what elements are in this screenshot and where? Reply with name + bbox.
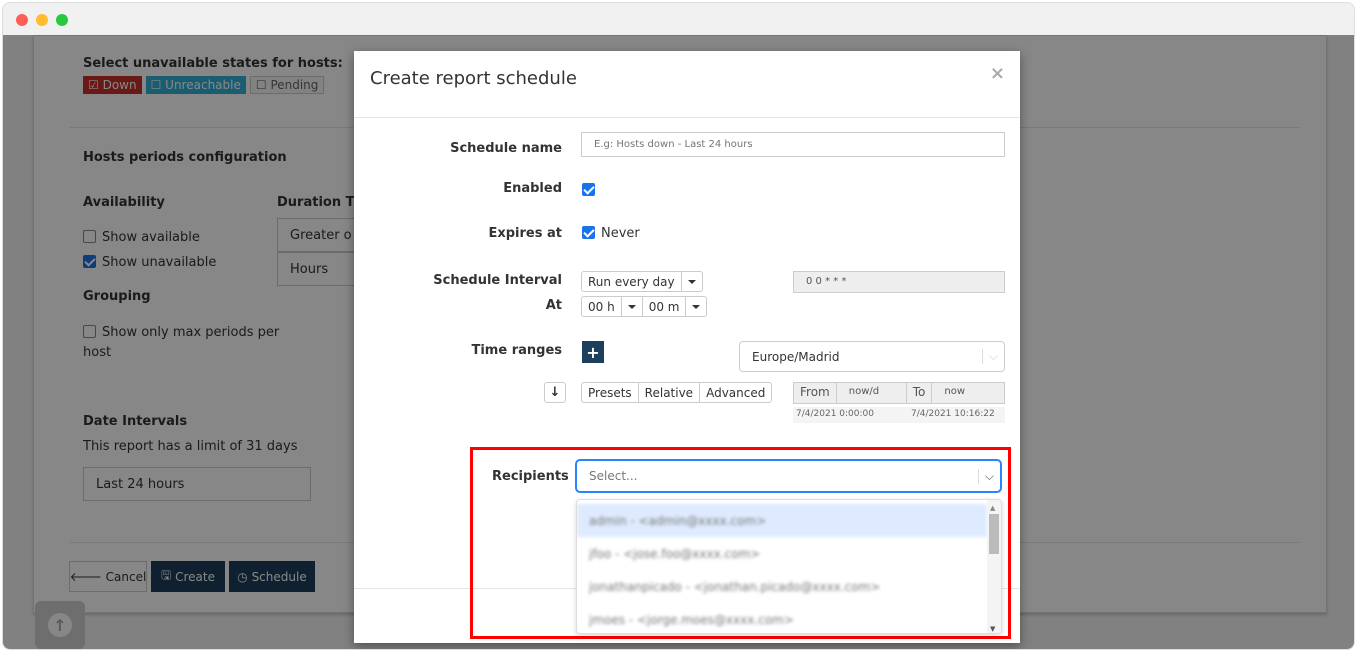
enabled-checkbox[interactable] [582,183,595,196]
recipients-select[interactable]: Select... ⌵ [576,460,1001,492]
schedule-name-input[interactable] [581,132,1005,157]
tab-advanced[interactable]: Advanced [700,383,771,402]
caret-down-icon[interactable] [622,297,643,316]
interval-label: Schedule Interval [433,273,562,288]
modal-title: Create report schedule [370,68,577,89]
plus-icon: + [586,342,600,362]
title-bar [3,3,1354,35]
recipients-label: Recipients [492,469,569,484]
recipients-dropdown: admin - <admin@xxxx.com> jfoo - <jose.fo… [576,499,1002,634]
to-resolved: 7/4/2021 10:16:22 [910,409,995,419]
scroll-down-icon[interactable]: ▼ [990,625,995,633]
scrollbar-thumb[interactable] [989,514,999,554]
minimize-window-button[interactable] [36,14,48,26]
select-value: Run every day [582,272,682,291]
enabled-label: Enabled [503,181,562,196]
minute-value[interactable]: 00 m [643,297,687,316]
to-input[interactable]: now [932,383,977,403]
expires-label: Expires at [488,226,562,241]
browser-window: Select unavailable states for hosts: ☑ D… [2,2,1355,650]
expires-never-checkbox[interactable]: Never [582,226,640,241]
at-label: At [545,298,562,313]
caret-down-icon[interactable] [686,297,706,316]
range-from-to: From now/d To now [793,382,1005,404]
caret-down-icon [682,272,702,291]
tab-relative[interactable]: Relative [639,383,701,402]
chevron-down-icon: ⌵ [981,349,998,364]
dropdown-scrollbar[interactable]: ▲ ▼ [987,500,1001,633]
arrow-down-icon[interactable]: ↓ [544,382,566,403]
interval-select[interactable]: Run every day [581,271,703,292]
range-tabs: Presets Relative Advanced [581,382,773,403]
close-icon[interactable]: × [990,63,1005,84]
close-window-button[interactable] [16,14,28,26]
from-input[interactable]: now/d [837,383,907,403]
schedule-name-label: Schedule name [450,141,562,156]
recipient-option[interactable]: admin - <admin@xxxx.com> [577,504,987,537]
recipient-option[interactable]: jfoo - <jose.foo@xxxx.com> [577,537,987,570]
recipient-option[interactable]: jmoes - <jorge.moes@xxxx.com> [577,603,987,633]
to-label: To [907,383,933,403]
divider [354,117,1020,118]
hour-value[interactable]: 00 h [582,297,622,316]
from-resolved: 7/4/2021 0:00:00 [796,409,874,419]
range-resolved: 7/4/2021 0:00:00 7/4/2021 10:16:22 [793,407,1005,423]
time-ranges-label: Time ranges [471,343,562,358]
from-label: From [794,383,837,403]
recipient-option[interactable]: jonathanpicado - <jonathan.picado@xxxx.c… [577,570,987,603]
timezone-select[interactable]: Europe/Madrid ⌵ [739,341,1005,372]
cron-expression: 0 0 * * * [793,271,1005,293]
page-content: Select unavailable states for hosts: ☑ D… [3,35,1354,649]
chevron-down-icon: ⌵ [977,468,994,484]
add-range-button[interactable]: + [582,341,604,363]
checkbox[interactable] [582,226,595,239]
select-placeholder: Select... [589,469,638,483]
checkbox-label: Never [601,226,640,241]
scroll-up-icon[interactable]: ▲ [990,504,995,512]
maximize-window-button[interactable] [56,14,68,26]
tab-presets[interactable]: Presets [582,383,639,402]
time-select[interactable]: 00 h 00 m [581,296,708,317]
select-value: Europe/Madrid [752,349,840,364]
create-report-schedule-modal: Create report schedule × Schedule name E… [354,51,1020,643]
